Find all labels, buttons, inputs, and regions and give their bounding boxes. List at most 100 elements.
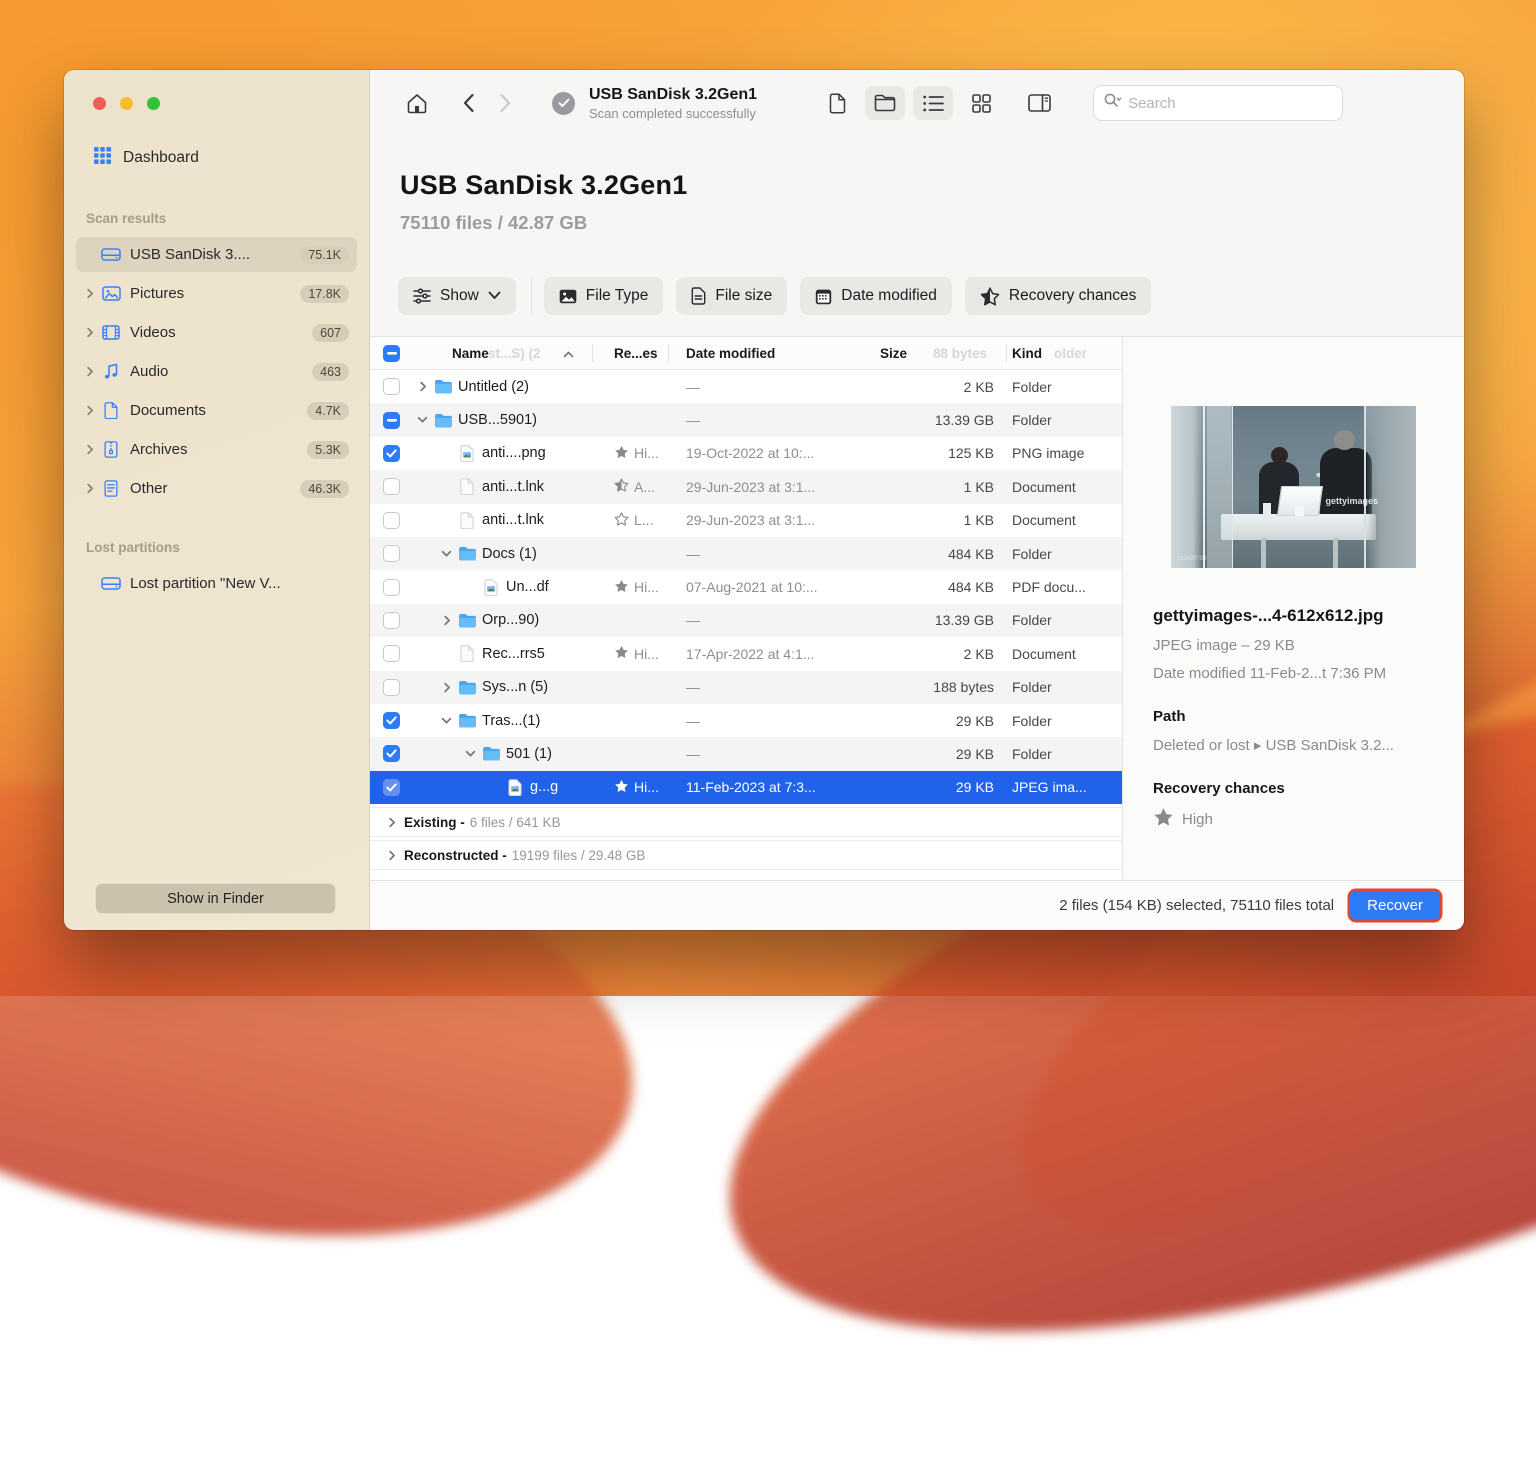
sidebar-item-dashboard[interactable]: Dashboard — [94, 147, 199, 169]
row-checkbox[interactable] — [383, 679, 400, 696]
expander-right-icon[interactable] — [414, 381, 431, 392]
expander-right-icon[interactable] — [438, 682, 455, 693]
chevron-right-icon[interactable] — [383, 850, 400, 861]
file-preview-thumbnail[interactable]: gettyimages 113829784 — [1171, 406, 1416, 568]
expander-down-icon[interactable] — [438, 716, 455, 726]
scan-complete-check-icon — [552, 92, 575, 115]
forward-button[interactable] — [499, 93, 512, 113]
file-name: Orp...90) — [482, 612, 539, 628]
chevron-right-icon[interactable] — [82, 444, 98, 455]
zoom-window-button[interactable] — [147, 97, 160, 110]
chevron-right-icon[interactable] — [383, 817, 400, 828]
date-modified: — — [686, 713, 872, 729]
details-panel-toggle-button[interactable] — [1019, 86, 1059, 120]
date-modified: 19-Oct-2022 at 10:... — [686, 445, 872, 461]
minimize-window-button[interactable] — [120, 97, 133, 110]
expander-right-icon[interactable] — [438, 615, 455, 626]
date-modified: — — [686, 612, 872, 628]
table-row[interactable]: Rec...rrs5Hi...17-Apr-2022 at 4:1...2 KB… — [370, 637, 1122, 670]
bottom-bar: 2 files (154 KB) selected, 75110 files t… — [370, 880, 1464, 930]
chevron-right-icon[interactable] — [82, 483, 98, 494]
table-header[interactable]: Name Re...es Date modified Size Kind st.… — [370, 337, 1122, 370]
table-row[interactable]: Tras...(1)—29 KBFolder — [370, 704, 1122, 737]
row-checkbox[interactable] — [383, 412, 400, 429]
row-checkbox[interactable] — [383, 378, 400, 395]
file-type-filter-button[interactable]: File Type — [544, 277, 664, 315]
file-name: anti....png — [482, 445, 546, 461]
tree-section-existing[interactable]: Existing -6 files / 641 KB — [370, 807, 1122, 837]
chevron-right-icon[interactable] — [82, 288, 98, 299]
sidebar-item-label: Audio — [130, 363, 312, 380]
home-button[interactable] — [406, 93, 428, 114]
row-checkbox[interactable] — [383, 579, 400, 596]
table-row[interactable]: Sys...n (5)—188 bytesFolder — [370, 671, 1122, 704]
show-in-finder-button[interactable]: Show in Finder — [96, 884, 335, 913]
search-field[interactable] — [1093, 85, 1343, 121]
chevron-right-icon[interactable] — [82, 366, 98, 377]
details-filename: gettyimages-...4-612x612.jpg — [1153, 606, 1436, 626]
drive-icon — [98, 576, 124, 591]
table-row[interactable]: Un...dfHi...07-Aug-2021 at 10:...484 KBP… — [370, 570, 1122, 603]
grid-view-button[interactable] — [961, 86, 1001, 120]
chevron-right-icon[interactable] — [82, 327, 98, 338]
expander-down-icon[interactable] — [462, 749, 479, 759]
row-checkbox[interactable] — [383, 612, 400, 629]
search-input[interactable] — [1128, 95, 1298, 112]
sidebar-item-videos[interactable]: Videos607 — [76, 315, 357, 350]
chevron-right-icon[interactable] — [82, 405, 98, 416]
star-half-icon — [980, 287, 1000, 306]
file-size: 29 KB — [872, 713, 1008, 729]
watermark-text: gettyimages — [1325, 496, 1378, 506]
date-modified-filter-button[interactable]: Date modified — [800, 277, 952, 315]
expander-down-icon[interactable] — [414, 415, 431, 425]
table-row[interactable]: anti...t.lnkA...29-Jun-2023 at 3:1...1 K… — [370, 470, 1122, 503]
close-window-button[interactable] — [93, 97, 106, 110]
column-header-date[interactable]: Date modified — [686, 346, 872, 361]
tree-section-reconstructed[interactable]: Reconstructed -19199 files / 29.48 GB — [370, 840, 1122, 870]
table-row[interactable]: anti....pngHi...19-Oct-2022 at 10:...125… — [370, 437, 1122, 470]
sidebar-item-documents[interactable]: Documents4.7K — [76, 393, 357, 428]
table-row[interactable]: Orp...90)—13.39 GBFolder — [370, 604, 1122, 637]
table-row[interactable]: Untitled (2)—2 KBFolder — [370, 370, 1122, 403]
row-checkbox[interactable] — [383, 745, 400, 762]
table-row[interactable]: 501 (1)—29 KBFolder — [370, 737, 1122, 770]
file-name: Sys...n (5) — [482, 679, 548, 695]
table-row[interactable]: anti...t.lnkL...29-Jun-2023 at 3:1...1 K… — [370, 504, 1122, 537]
sidebar-item-other[interactable]: Other46.3K — [76, 471, 357, 506]
column-header-name[interactable]: Name — [452, 346, 489, 361]
column-header-recovery[interactable]: Re...es — [614, 346, 686, 361]
file-size-filter-button[interactable]: File size — [676, 277, 787, 315]
table-row[interactable]: Docs (1)—484 KBFolder — [370, 537, 1122, 570]
file-view-button[interactable] — [817, 86, 857, 120]
row-checkbox[interactable] — [383, 478, 400, 495]
sidebar-item-audio[interactable]: Audio463 — [76, 354, 357, 389]
filter-divider — [531, 278, 532, 314]
recovery-chances-filter-button[interactable]: Recovery chances — [965, 277, 1152, 315]
sidebar-item-pictures[interactable]: Pictures17.8K — [76, 276, 357, 311]
table-row[interactable]: g...gHi...11-Feb-2023 at 7:3...29 KBJPEG… — [370, 771, 1122, 804]
recover-button[interactable]: Recover — [1350, 891, 1440, 920]
image-icon — [479, 579, 503, 596]
details-path-value: Deleted or lost ▸ USB SanDisk 3.2... — [1153, 736, 1436, 754]
folder-view-button[interactable] — [865, 86, 905, 120]
row-checkbox[interactable] — [383, 545, 400, 562]
sidebar-item-archives[interactable]: Archives5.3K — [76, 432, 357, 467]
row-checkbox[interactable] — [383, 712, 400, 729]
row-checkbox[interactable] — [383, 445, 400, 462]
select-all-checkbox[interactable] — [383, 345, 400, 362]
calendar-icon — [815, 288, 832, 305]
table-row[interactable]: USB...5901)—13.39 GBFolder — [370, 403, 1122, 436]
count-badge: 17.8K — [300, 285, 349, 303]
dashboard-grid-icon — [94, 147, 111, 169]
expander-down-icon[interactable] — [438, 549, 455, 559]
recovery-chances-filter-label: Recovery chances — [1009, 287, 1137, 305]
date-modified-filter-label: Date modified — [841, 287, 937, 305]
sidebar-item-lost-partition-new-v[interactable]: Lost partition "New V... — [76, 566, 357, 601]
row-checkbox[interactable] — [383, 779, 400, 796]
row-checkbox[interactable] — [383, 512, 400, 529]
list-view-button[interactable] — [913, 86, 953, 120]
sidebar-item-usb-sandisk-3[interactable]: USB SanDisk 3....75.1K — [76, 237, 357, 272]
show-filter-button[interactable]: Show — [398, 277, 516, 315]
back-button[interactable] — [462, 93, 475, 113]
row-checkbox[interactable] — [383, 645, 400, 662]
